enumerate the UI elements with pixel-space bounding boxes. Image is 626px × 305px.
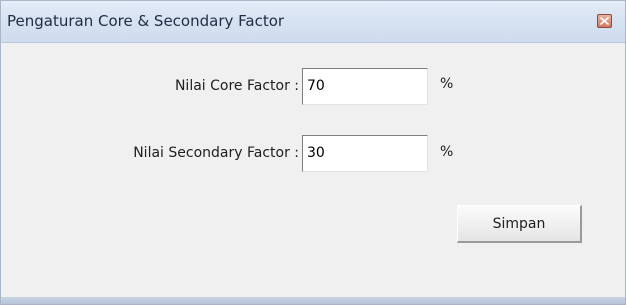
core-factor-input[interactable] xyxy=(302,68,428,105)
core-factor-unit: % xyxy=(440,76,454,92)
window-bottom-border xyxy=(1,297,625,304)
dialog-title: Pengaturan Core & Secondary Factor xyxy=(7,12,285,30)
core-factor-label: Nilai Core Factor : xyxy=(174,78,299,94)
settings-dialog: Pengaturan Core & Secondary Factor Nilai… xyxy=(0,0,626,305)
save-button[interactable]: Simpan xyxy=(457,205,582,243)
close-icon xyxy=(600,17,609,25)
title-bar[interactable]: Pengaturan Core & Secondary Factor xyxy=(1,1,625,43)
secondary-factor-unit: % xyxy=(440,144,454,160)
secondary-factor-input[interactable] xyxy=(302,135,428,172)
close-button[interactable] xyxy=(597,14,612,28)
secondary-factor-label: Nilai Secondary Factor : xyxy=(133,145,299,161)
